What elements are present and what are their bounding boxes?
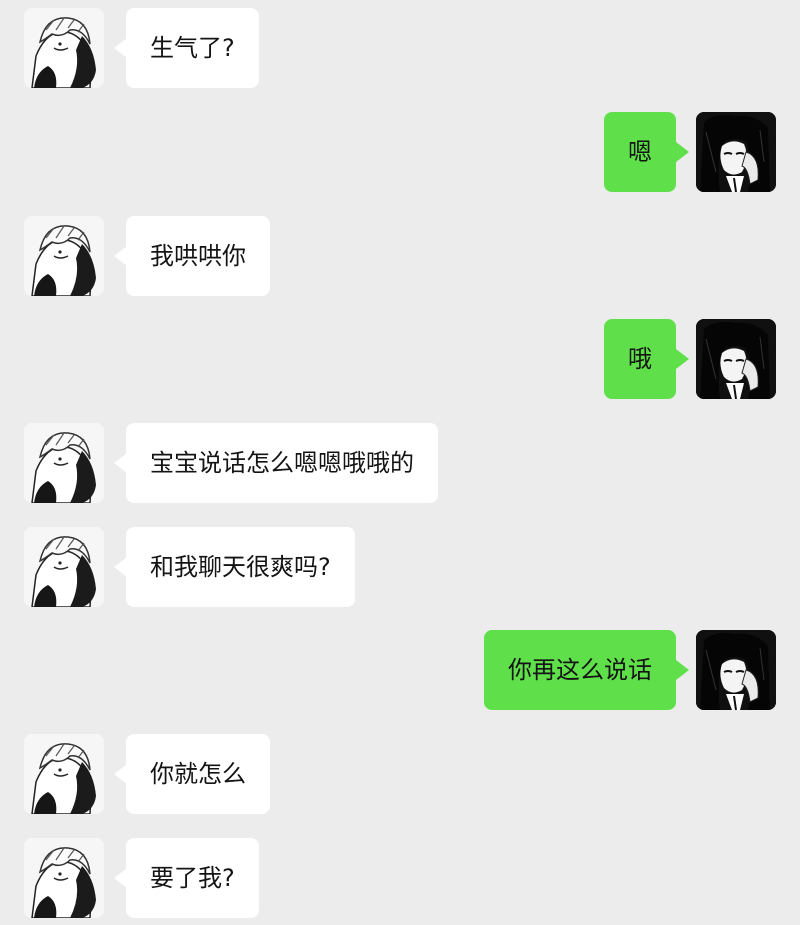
message-row-incoming: 要了我? xyxy=(0,838,800,920)
message-bubble[interactable]: 要了我? xyxy=(126,838,259,918)
message-row-incoming: 我哄哄你 xyxy=(0,216,800,298)
message-bubble[interactable]: 哦 xyxy=(604,319,676,399)
bubble-tail xyxy=(676,349,689,369)
manga-dark-haired-avatar-icon[interactable] xyxy=(696,112,776,192)
message-row-outgoing: 你再这么说话 xyxy=(0,630,800,712)
bubble-tail xyxy=(676,660,689,680)
message-row-incoming: 你就怎么 xyxy=(0,734,800,816)
manga-dark-haired-avatar-icon[interactable] xyxy=(696,319,776,399)
message-row-outgoing: 哦 xyxy=(0,319,800,401)
chat-window: 生气了? 嗯 我哄哄你 哦 宝宝说话怎么嗯嗯哦哦的 和我聊天很爽吗? 你再这么说… xyxy=(0,0,800,925)
message-bubble[interactable]: 生气了? xyxy=(126,8,259,88)
manga-light-haired-avatar-icon[interactable] xyxy=(24,8,104,88)
message-bubble[interactable]: 你就怎么 xyxy=(126,734,270,814)
message-row-incoming: 宝宝说话怎么嗯嗯哦哦的 xyxy=(0,423,800,505)
message-bubble[interactable]: 你再这么说话 xyxy=(484,630,676,710)
message-row-outgoing: 嗯 xyxy=(0,112,800,194)
manga-light-haired-avatar-icon[interactable] xyxy=(24,216,104,296)
manga-light-haired-avatar-icon[interactable] xyxy=(24,527,104,607)
manga-light-haired-avatar-icon[interactable] xyxy=(24,734,104,814)
manga-dark-haired-avatar-icon[interactable] xyxy=(696,630,776,710)
manga-light-haired-avatar-icon[interactable] xyxy=(24,423,104,503)
manga-light-haired-avatar-icon[interactable] xyxy=(24,838,104,918)
message-bubble[interactable]: 我哄哄你 xyxy=(126,216,270,296)
bubble-tail xyxy=(676,142,689,162)
message-row-incoming: 生气了? xyxy=(0,8,800,90)
message-bubble[interactable]: 宝宝说话怎么嗯嗯哦哦的 xyxy=(126,423,438,503)
message-bubble[interactable]: 和我聊天很爽吗? xyxy=(126,527,355,607)
message-row-incoming: 和我聊天很爽吗? xyxy=(0,527,800,609)
message-bubble[interactable]: 嗯 xyxy=(604,112,676,192)
